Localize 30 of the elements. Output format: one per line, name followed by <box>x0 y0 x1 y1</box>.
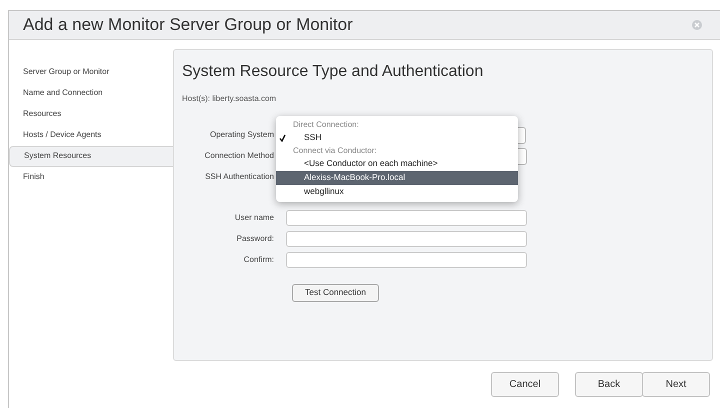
dialog-button[interactable]: Next <box>642 372 710 397</box>
sidebar-item[interactable]: Finish <box>9 166 173 188</box>
menu-item[interactable]: <Use Conductor on each machine> <box>276 156 518 171</box>
panel-heading: System Resource Type and Authentication <box>182 62 484 82</box>
checkmark-icon <box>279 134 286 142</box>
field-label: User name <box>234 212 274 224</box>
sidebar-item[interactable]: Resources <box>9 104 173 125</box>
menu-group-header: Direct Connection: <box>292 118 360 131</box>
menu-group-header: Connect via Conductor: <box>292 144 378 157</box>
field-label: Connection Method <box>204 150 274 162</box>
hosts-text: Host(s): liberty.soasta.com <box>182 92 278 105</box>
menu-item[interactable]: Alexiss-MacBook-Pro.local <box>276 170 518 185</box>
test-connection-button[interactable]: Test Connection <box>292 284 379 302</box>
menu-item[interactable]: webgllinux <box>276 184 518 199</box>
field-label: Confirm: <box>242 254 274 266</box>
menu-item[interactable]: SSH <box>276 130 518 145</box>
input-field[interactable] <box>286 231 527 248</box>
input-field[interactable] <box>286 210 527 226</box>
field-label: SSH Authentication <box>204 171 274 184</box>
close-icon[interactable] <box>692 20 702 30</box>
dialog-button[interactable]: Back <box>575 372 643 397</box>
field-label: Operating System <box>208 129 274 142</box>
dialog-button[interactable]: Cancel <box>491 372 559 397</box>
sidebar-item[interactable]: System Resources <box>9 146 173 167</box>
sidebar-item[interactable]: Hosts / Device Agents <box>9 124 173 146</box>
sidebar-item[interactable]: Server Group or Monitor <box>9 62 173 83</box>
window-title: Add a new Monitor Server Group or Monitor <box>23 14 354 36</box>
sidebar-item[interactable]: Name and Connection <box>9 82 173 104</box>
input-field[interactable] <box>286 252 527 268</box>
field-label: Password: <box>236 233 274 246</box>
